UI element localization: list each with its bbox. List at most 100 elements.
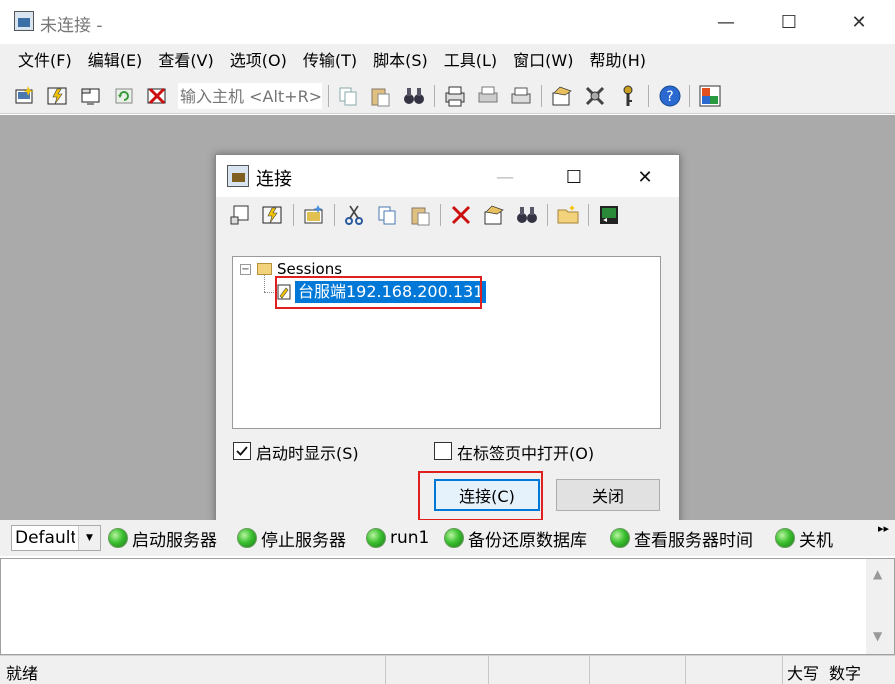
status-separator	[685, 656, 686, 684]
button-backup-restore-db[interactable]: 备份还原数据库	[444, 526, 587, 551]
command-window[interactable]: ▲ ▼	[0, 558, 895, 655]
status-separator	[782, 656, 783, 684]
button-label: 查看服务器时间	[634, 530, 753, 551]
menu-file[interactable]: 文件(F)	[10, 44, 80, 78]
print-icon[interactable]	[509, 84, 533, 108]
copy-icon[interactable]	[375, 203, 399, 227]
close-button[interactable]: ✕	[836, 6, 882, 38]
host-input[interactable]	[178, 83, 322, 109]
dialog-close-button[interactable]: ✕	[622, 161, 668, 193]
toolbar-separator	[293, 204, 294, 226]
main-toolbar: ?	[0, 78, 895, 114]
overflow-chevron-icon[interactable]: ▸▸	[878, 522, 889, 535]
print-preview-icon[interactable]	[476, 84, 500, 108]
open-in-tab-checkbox[interactable]	[434, 442, 452, 460]
menu-options[interactable]: 选项(O)	[222, 44, 295, 78]
menu-view[interactable]: 查看(V)	[150, 44, 221, 78]
button-label: 启动服务器	[132, 530, 217, 551]
button-label: run1	[390, 528, 430, 548]
dropdown-arrow-icon[interactable]: ▼	[78, 526, 100, 550]
connect-in-tab-icon[interactable]	[79, 84, 103, 108]
minimize-button[interactable]: —	[703, 6, 749, 38]
button-bar-select-value: Default	[15, 528, 75, 548]
tree-collapse-toggle[interactable]: −	[240, 264, 251, 275]
properties-icon[interactable]	[482, 203, 506, 227]
print-setup-icon[interactable]	[443, 84, 467, 108]
highlight-box-connect	[418, 471, 543, 521]
folder-icon	[257, 263, 272, 275]
open-in-tab-label[interactable]: 在标签页中打开(O)	[457, 440, 594, 464]
menu-help[interactable]: 帮助(H)	[581, 44, 654, 78]
cut-icon[interactable]	[342, 203, 366, 227]
button-start-server[interactable]: 启动服务器	[108, 526, 217, 551]
new-session-icon[interactable]	[302, 203, 326, 227]
svg-text:?: ?	[666, 89, 673, 105]
menu-edit[interactable]: 编辑(E)	[80, 44, 151, 78]
paste-icon[interactable]	[408, 203, 432, 227]
copy-icon[interactable]	[336, 84, 360, 108]
find-icon[interactable]	[402, 84, 426, 108]
button-stop-server[interactable]: 停止服务器	[237, 526, 346, 551]
sftp-icon[interactable]	[698, 84, 722, 108]
session-options-icon[interactable]	[550, 84, 574, 108]
window-title: 未连接 -	[40, 16, 103, 36]
button-shutdown[interactable]: 关机	[775, 526, 833, 551]
find-icon[interactable]	[515, 203, 539, 227]
menu-tools[interactable]: 工具(L)	[436, 44, 505, 78]
new-folder-icon[interactable]	[556, 203, 580, 227]
toolbar-separator	[541, 85, 542, 107]
status-bar: 就绪 大写 数字	[0, 655, 895, 684]
green-dot-icon	[108, 528, 128, 548]
status-separator	[385, 656, 386, 684]
button-label: 停止服务器	[261, 530, 346, 551]
app-icon	[14, 11, 34, 31]
paste-icon[interactable]	[368, 84, 392, 108]
checkmark-icon	[236, 446, 248, 456]
close-dialog-button[interactable]: 关闭	[556, 479, 660, 511]
connect-dialog: 连接 — ☐ ✕ − Sessions 台服端192.168.200.131 启…	[215, 154, 680, 526]
button-run1[interactable]: run1	[366, 526, 429, 550]
reconnect-icon[interactable]	[112, 84, 136, 108]
delete-icon[interactable]	[449, 203, 473, 227]
status-separator	[589, 656, 590, 684]
key-icon[interactable]	[616, 84, 640, 108]
status-caps-lock: 大写	[787, 664, 820, 683]
quick-connect-icon[interactable]	[46, 84, 70, 108]
vertical-scrollbar[interactable]: ▲ ▼	[866, 559, 894, 654]
toolbar-separator	[334, 204, 335, 226]
button-label: 关机	[799, 530, 833, 551]
button-bar-select[interactable]: Default ▼	[11, 525, 101, 551]
dialog-maximize-button[interactable]: ☐	[551, 161, 597, 193]
status-text: 就绪	[6, 664, 39, 683]
show-on-startup-label[interactable]: 启动时显示(S)	[256, 440, 359, 464]
scroll-up-icon[interactable]: ▲	[873, 567, 882, 581]
toolbar-separator	[434, 85, 435, 107]
toolbar-separator	[689, 85, 690, 107]
quick-connect-icon[interactable]	[261, 203, 285, 227]
maximize-button[interactable]: ☐	[766, 6, 812, 38]
tree-connector	[264, 275, 265, 292]
help-icon[interactable]: ?	[658, 84, 682, 108]
dialog-minimize-button[interactable]: —	[482, 161, 528, 193]
menu-window[interactable]: 窗口(W)	[505, 44, 581, 78]
disconnect-icon[interactable]	[145, 84, 169, 108]
green-dot-icon	[775, 528, 795, 548]
toolbar-separator	[440, 204, 441, 226]
desktop-shortcut-icon[interactable]	[597, 203, 621, 227]
global-options-icon[interactable]	[583, 84, 607, 108]
menu-script[interactable]: 脚本(S)	[365, 44, 436, 78]
button-view-server-time[interactable]: 查看服务器时间	[610, 526, 753, 551]
green-dot-icon	[610, 528, 630, 548]
scroll-down-icon[interactable]: ▼	[873, 629, 882, 643]
toolbar-separator	[588, 204, 589, 226]
connect-icon[interactable]	[13, 84, 37, 108]
dialog-title: 连接	[256, 169, 292, 190]
menu-transfer[interactable]: 传输(T)	[295, 44, 365, 78]
green-dot-icon	[444, 528, 464, 548]
toolbar-separator	[328, 85, 329, 107]
show-on-startup-checkbox[interactable]	[233, 442, 251, 460]
menu-bar: 文件(F) 编辑(E) 查看(V) 选项(O) 传输(T) 脚本(S) 工具(L…	[0, 44, 895, 78]
button-bar: Default ▼ 启动服务器 停止服务器 run1 备份还原数据库 查看服务器…	[0, 520, 895, 556]
button-label: 备份还原数据库	[468, 530, 587, 551]
new-connection-icon[interactable]	[228, 203, 252, 227]
